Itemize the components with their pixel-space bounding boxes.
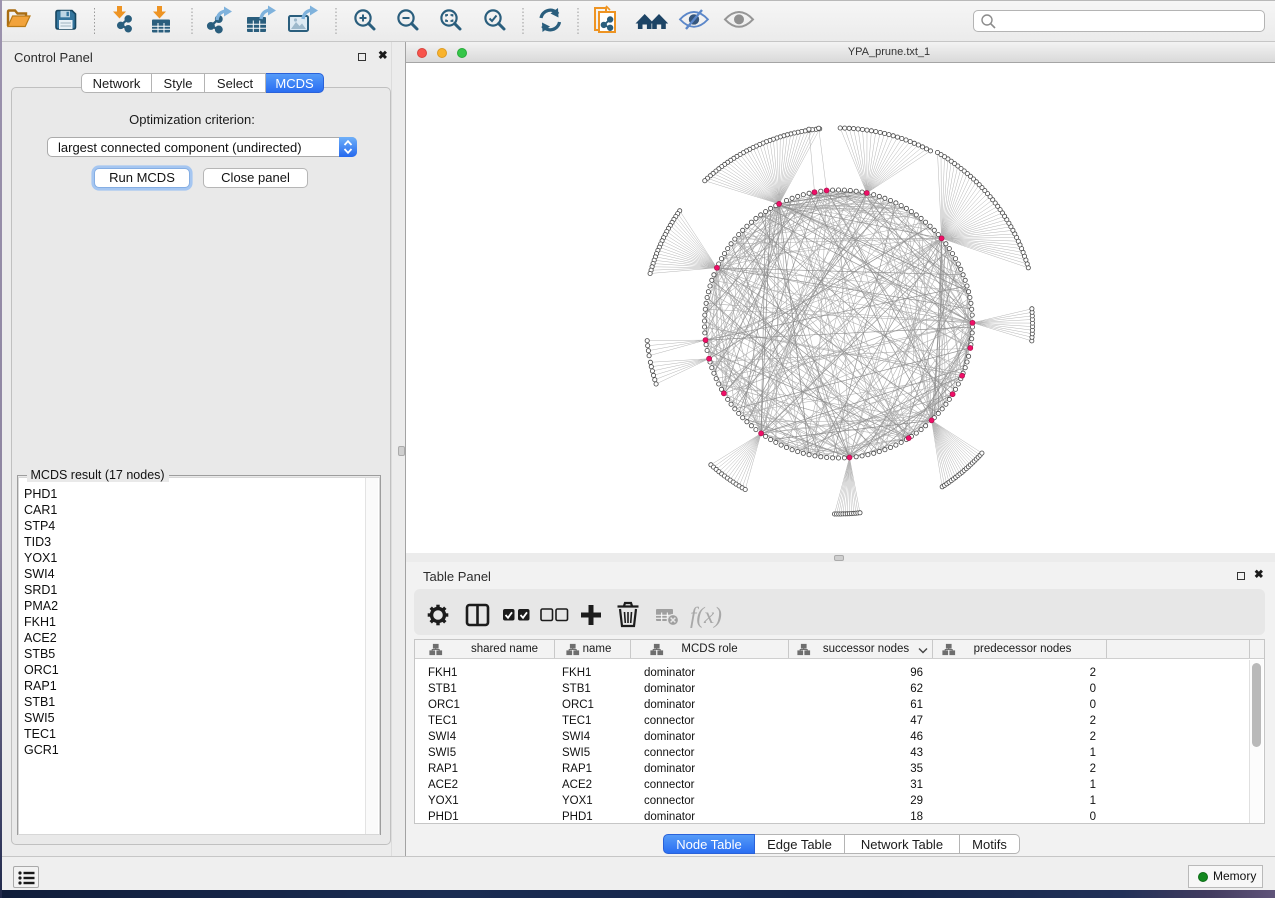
svg-text:f(x): f(x) (690, 603, 722, 628)
